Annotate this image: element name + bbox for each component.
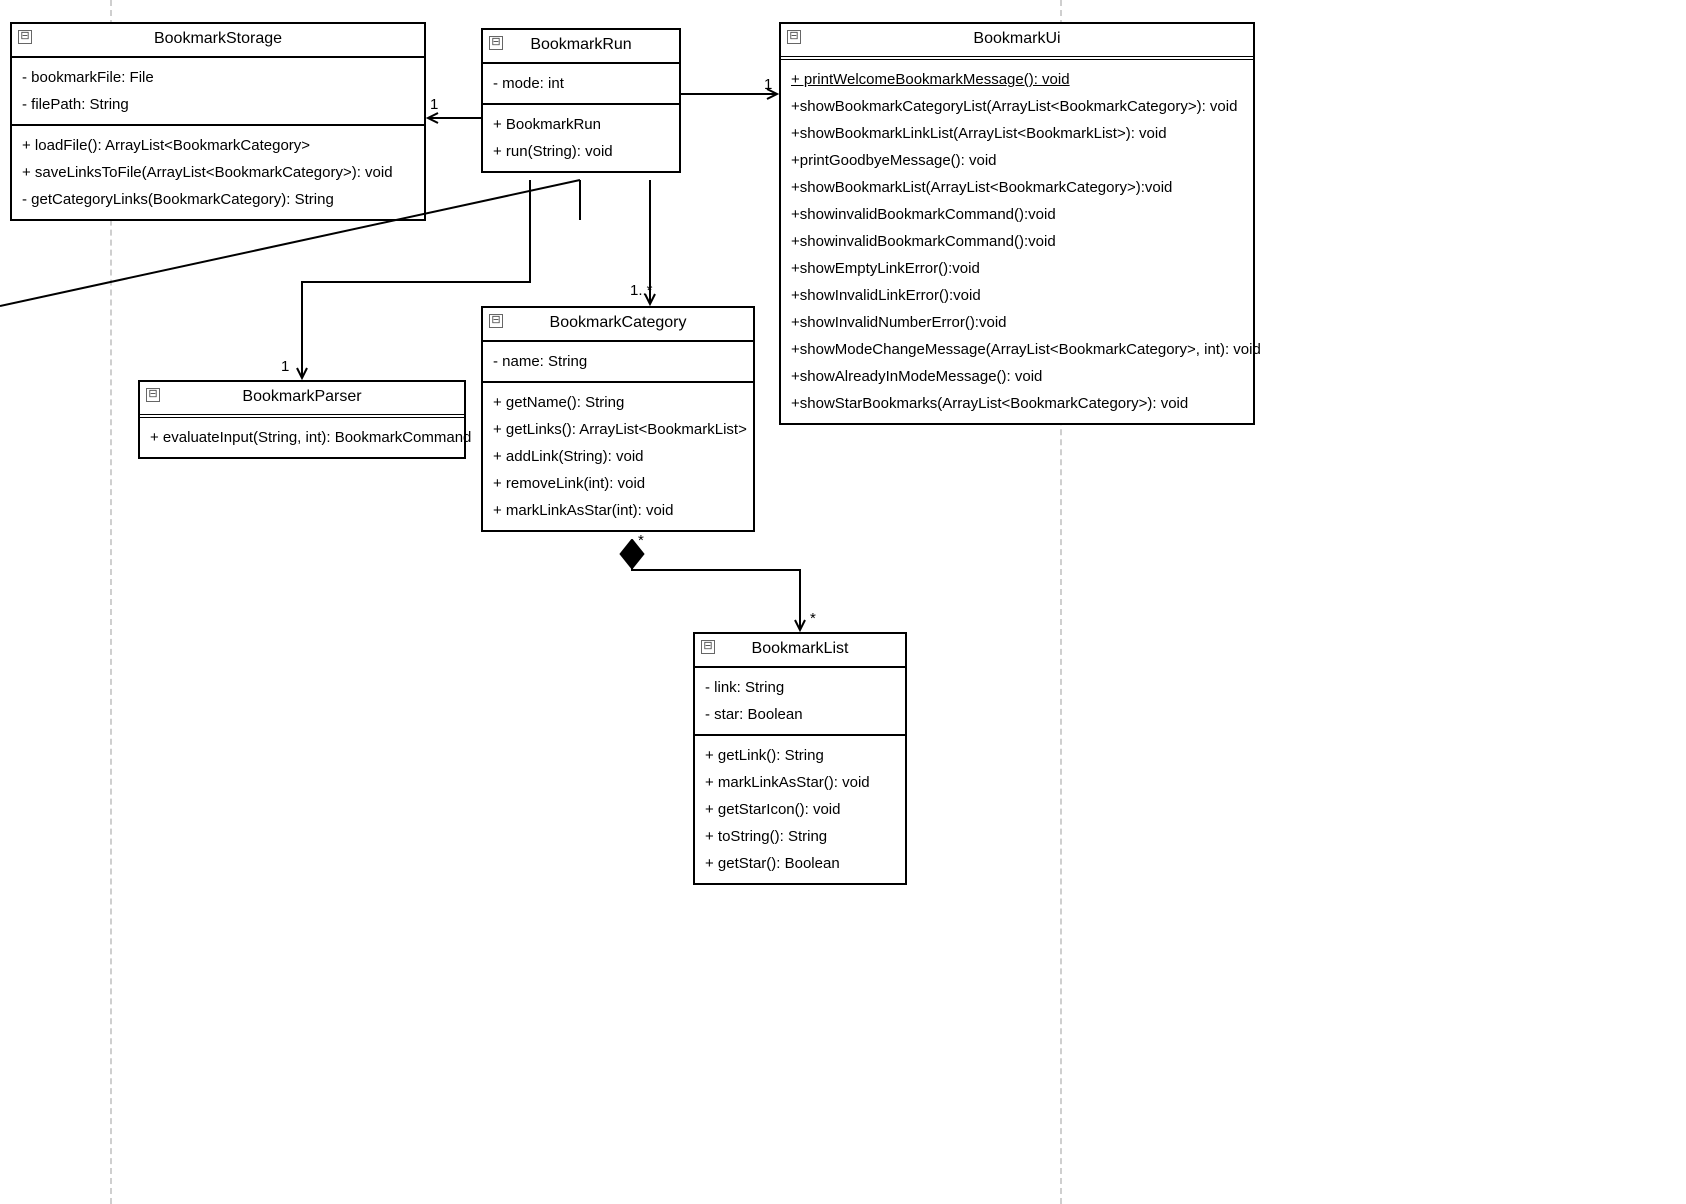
operation: + toString(): String [705,823,895,850]
operation: +showEmptyLinkError():void [791,255,1243,282]
operation: + BookmarkRun [493,111,669,138]
class-bookmark-storage: ⊟ BookmarkStorage - bookmarkFile: File -… [10,22,426,221]
mult-run-storage: 1 [430,96,438,113]
collapse-icon[interactable]: ⊟ [18,30,32,44]
operation: + markLinkAsStar(): void [705,769,895,796]
operations-section: + printWelcomeBookmarkMessage(): void +s… [781,60,1253,423]
operation: +showinvalidBookmarkCommand():void [791,201,1243,228]
operation: +showModeChangeMessage(ArrayList<Bookmar… [791,336,1243,363]
class-title-text: BookmarkUi [973,30,1060,47]
collapse-icon[interactable]: ⊟ [701,640,715,654]
operation: + printWelcomeBookmarkMessage(): void [791,66,1243,93]
operation: +showAlreadyInModeMessage(): void [791,363,1243,390]
operation: + loadFile(): ArrayList<BookmarkCategory… [22,132,414,159]
operation: - getCategoryLinks(BookmarkCategory): St… [22,186,414,213]
operation: +showBookmarkLinkList(ArrayList<Bookmark… [791,120,1243,147]
attribute: - star: Boolean [705,701,895,728]
class-title-text: BookmarkRun [530,36,631,53]
operation: + removeLink(int): void [493,470,743,497]
operation: + getLink(): String [705,742,895,769]
operation: + saveLinksToFile(ArrayList<BookmarkCate… [22,159,414,186]
attribute: - name: String [493,348,743,375]
operation: + getName(): String [493,389,743,416]
operation: + run(String): void [493,138,669,165]
operations-section: + loadFile(): ArrayList<BookmarkCategory… [12,124,424,219]
attribute: - mode: int [493,70,669,97]
mult-run-ui: 1 [764,76,772,93]
attributes-section: - mode: int [483,64,679,103]
attributes-section: - link: String - star: Boolean [695,668,905,734]
operation: +showBookmarkList(ArrayList<BookmarkCate… [791,174,1243,201]
class-bookmark-category: ⊟ BookmarkCategory - name: String + getN… [481,306,755,532]
class-title-text: BookmarkList [752,640,849,657]
operations-section: + getLink(): String + markLinkAsStar(): … [695,734,905,883]
collapse-icon[interactable]: ⊟ [489,314,503,328]
operation: + getStarIcon(): void [705,796,895,823]
operation: + getStar(): Boolean [705,850,895,877]
class-title-text: BookmarkParser [242,388,361,405]
operation: +showInvalidLinkError():void [791,282,1243,309]
mult-category-list: * [810,610,816,627]
operation: + markLinkAsStar(int): void [493,497,743,524]
operation: +showinvalidBookmarkCommand():void [791,228,1243,255]
operations-section: + getName(): String + getLinks(): ArrayL… [483,381,753,530]
operation: + getLinks(): ArrayList<BookmarkList> [493,416,743,443]
operation: +showStarBookmarks(ArrayList<BookmarkCat… [791,390,1243,417]
operation: + evaluateInput(String, int): BookmarkCo… [150,424,454,451]
operation: + addLink(String): void [493,443,743,470]
class-title-text: BookmarkCategory [550,314,687,331]
operation: +showBookmarkCategoryList(ArrayList<Book… [791,93,1243,120]
operation: +showInvalidNumberError():void [791,309,1243,336]
mult-run-category: 1..* [630,282,653,299]
class-bookmark-run: ⊟ BookmarkRun - mode: int + BookmarkRun … [481,28,681,173]
mult-run-parser: 1 [281,358,289,375]
attribute: - bookmarkFile: File [22,64,414,91]
operation: +printGoodbyeMessage(): void [791,147,1243,174]
operations-section: + BookmarkRun + run(String): void [483,103,679,171]
class-title-text: BookmarkStorage [154,30,282,47]
collapse-icon[interactable]: ⊟ [146,388,160,402]
attributes-section: - name: String [483,342,753,381]
attributes-section: - bookmarkFile: File - filePath: String [12,58,424,124]
class-bookmark-list: ⊟ BookmarkList - link: String - star: Bo… [693,632,907,885]
operations-section: + evaluateInput(String, int): BookmarkCo… [140,418,464,457]
attribute: - filePath: String [22,91,414,118]
attribute: - link: String [705,674,895,701]
composition-category-list [632,554,800,630]
class-bookmark-ui: ⊟ BookmarkUi + printWelcomeBookmarkMessa… [779,22,1255,425]
collapse-icon[interactable]: ⊟ [787,30,801,44]
class-bookmark-parser: ⊟ BookmarkParser + evaluateInput(String,… [138,380,466,459]
collapse-icon[interactable]: ⊟ [489,36,503,50]
mult-category-self: * [638,532,644,549]
